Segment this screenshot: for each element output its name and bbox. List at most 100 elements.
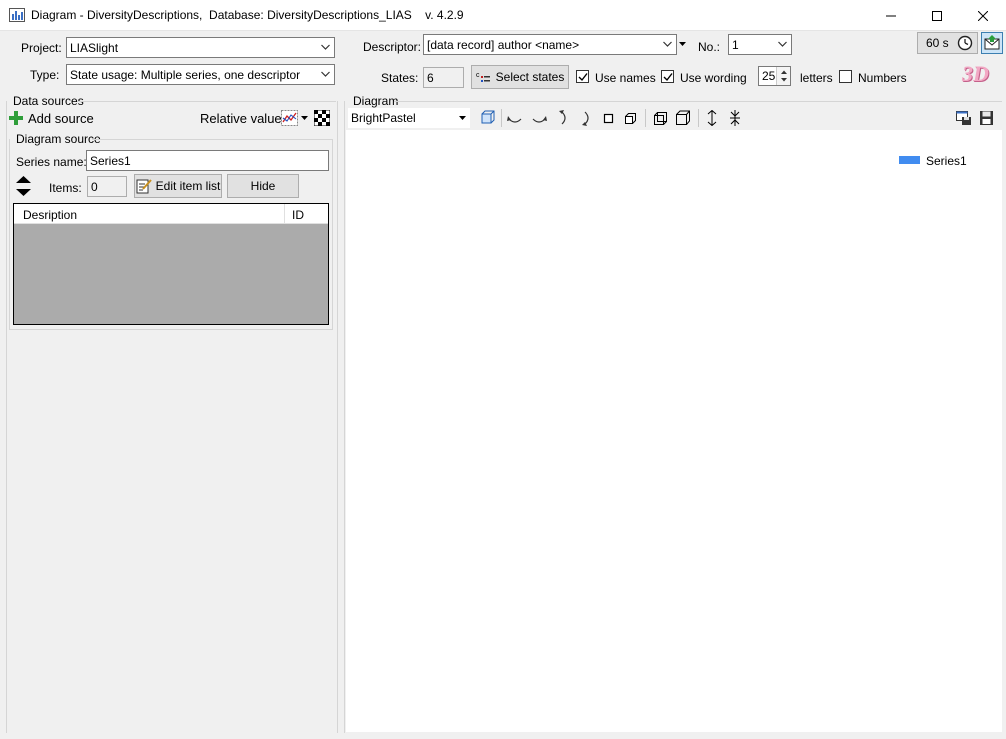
select-states-icon: c — [476, 72, 490, 82]
maximize-icon — [932, 10, 942, 21]
timer-button[interactable]: 60 s — [917, 32, 978, 54]
letters-spinner[interactable]: 25 — [758, 66, 791, 86]
no-combo[interactable]: 1 — [728, 34, 792, 55]
use-wording-checkbox[interactable] — [661, 70, 674, 83]
cube-depth-icon[interactable] — [652, 110, 670, 126]
data-sources-group-label: Data sources — [13, 94, 84, 108]
tilt-up-icon[interactable] — [555, 110, 573, 126]
toolbar-separator — [501, 109, 502, 127]
spinner-arrows-icon — [781, 70, 787, 82]
chevron-down-icon — [778, 41, 787, 47]
save-disk-icon[interactable] — [978, 110, 996, 126]
tilt-down-icon[interactable] — [578, 110, 596, 126]
states-count-field: 6 — [423, 67, 464, 88]
svg-text:c: c — [476, 72, 480, 79]
maximize-button[interactable] — [914, 0, 960, 31]
use-names-checkbox[interactable] — [576, 70, 589, 83]
timer-label: 60 s — [926, 36, 949, 50]
add-source-label: Add source — [28, 110, 94, 126]
spinner-buttons[interactable] — [776, 67, 790, 85]
project-combo[interactable]: LIASlight — [66, 37, 335, 58]
chevron-down-icon — [663, 41, 672, 47]
cube-view-icon[interactable] — [479, 110, 497, 126]
group-border — [332, 139, 333, 329]
dropdown-arrow-icon — [459, 116, 466, 120]
add-source-button[interactable]: Add source — [9, 110, 94, 126]
palette-combo[interactable]: BrightPastel — [348, 108, 470, 128]
edit-list-icon — [136, 179, 152, 194]
palette-value: BrightPastel — [351, 111, 416, 125]
series-name-label: Series name: — [16, 155, 87, 169]
relative-values-chart-icon[interactable] — [281, 110, 298, 126]
series-name-input[interactable]: Series1 — [86, 150, 329, 171]
compress-vertical-icon[interactable] — [726, 110, 744, 126]
close-icon — [978, 10, 988, 21]
type-label: Type: — [30, 68, 60, 82]
descriptor-dropdown-arrow-icon[interactable] — [679, 42, 686, 47]
project-label: Project: — [21, 41, 62, 55]
group-divider — [92, 139, 332, 140]
edit-item-list-label: Edit item list — [155, 179, 221, 193]
type-combo[interactable]: State usage: Multiple series, one descri… — [66, 64, 335, 85]
numbers-label: Numbers — [858, 71, 907, 85]
group-border — [344, 101, 345, 733]
rotate-right-icon[interactable] — [530, 110, 548, 126]
checkered-flag-icon[interactable] — [314, 110, 330, 126]
group-border — [6, 101, 7, 733]
relative-values-label: Relative values — [200, 111, 289, 126]
toggle-3d-button[interactable]: 3D — [962, 61, 989, 87]
chart-area[interactable]: Series1 — [346, 130, 1002, 732]
diagram-group-label: Diagram — [353, 94, 399, 108]
save-image-icon[interactable] — [955, 110, 973, 126]
hide-button[interactable]: Hide — [227, 174, 299, 198]
select-states-button[interactable]: c Select states — [471, 65, 569, 89]
no-label: No.: — [698, 40, 721, 54]
no-value: 1 — [732, 38, 739, 52]
rotate-left-icon[interactable] — [506, 110, 524, 126]
title-bar: Diagram - DiversityDescriptions, Databas… — [0, 0, 1006, 31]
letters-value: 25 — [762, 69, 776, 83]
legend-series-label: Series1 — [926, 154, 967, 168]
cube-wireframe-icon[interactable] — [674, 110, 692, 126]
checkmark-icon — [578, 73, 588, 82]
checkmark-icon — [663, 73, 673, 82]
chart-app-icon — [9, 8, 25, 22]
window-title: Diagram - DiversityDescriptions, Databas… — [31, 8, 464, 22]
perspective-icon[interactable] — [622, 110, 640, 126]
group-divider — [78, 101, 336, 102]
minimize-button[interactable] — [868, 0, 914, 31]
use-wording-label: Use wording — [680, 71, 747, 85]
item-list-table[interactable]: Desription ID — [13, 203, 329, 325]
column-header-description[interactable]: Desription — [23, 208, 77, 222]
clock-icon — [957, 35, 973, 51]
states-value: 6 — [427, 71, 434, 85]
hide-label: Hide — [250, 179, 276, 193]
group-divider — [394, 101, 1002, 102]
letters-label: letters — [800, 71, 833, 85]
toolbar-separator — [698, 109, 699, 127]
legend-series-swatch — [899, 156, 920, 164]
table-header: Desription ID — [14, 204, 328, 224]
expand-vertical-icon[interactable] — [703, 110, 721, 126]
chevron-down-icon — [321, 44, 330, 50]
states-label: States: — [381, 71, 419, 85]
column-header-id[interactable]: ID — [292, 208, 304, 222]
use-names-label: Use names — [595, 71, 656, 85]
items-count-field: 0 — [87, 176, 127, 197]
close-button[interactable] — [960, 0, 1006, 31]
numbers-checkbox[interactable] — [839, 70, 852, 83]
items-label: Items: — [49, 181, 82, 195]
group-border — [9, 139, 10, 329]
toolbar-separator — [645, 109, 646, 127]
column-divider[interactable] — [284, 204, 285, 224]
mail-export-icon — [984, 35, 1000, 50]
diagram-source-group-label: Diagram source — [16, 132, 101, 146]
export-image-button[interactable] — [981, 32, 1003, 54]
edit-item-list-button[interactable]: Edit item list — [134, 174, 222, 198]
descriptor-value: [data record] author <name> — [427, 38, 580, 52]
descriptor-combo[interactable]: [data record] author <name> — [423, 34, 677, 55]
square-view-icon[interactable] — [600, 110, 618, 126]
dropdown-arrow-icon[interactable] — [301, 116, 308, 121]
move-up-down-icon[interactable] — [16, 176, 31, 196]
plus-icon — [9, 111, 23, 125]
